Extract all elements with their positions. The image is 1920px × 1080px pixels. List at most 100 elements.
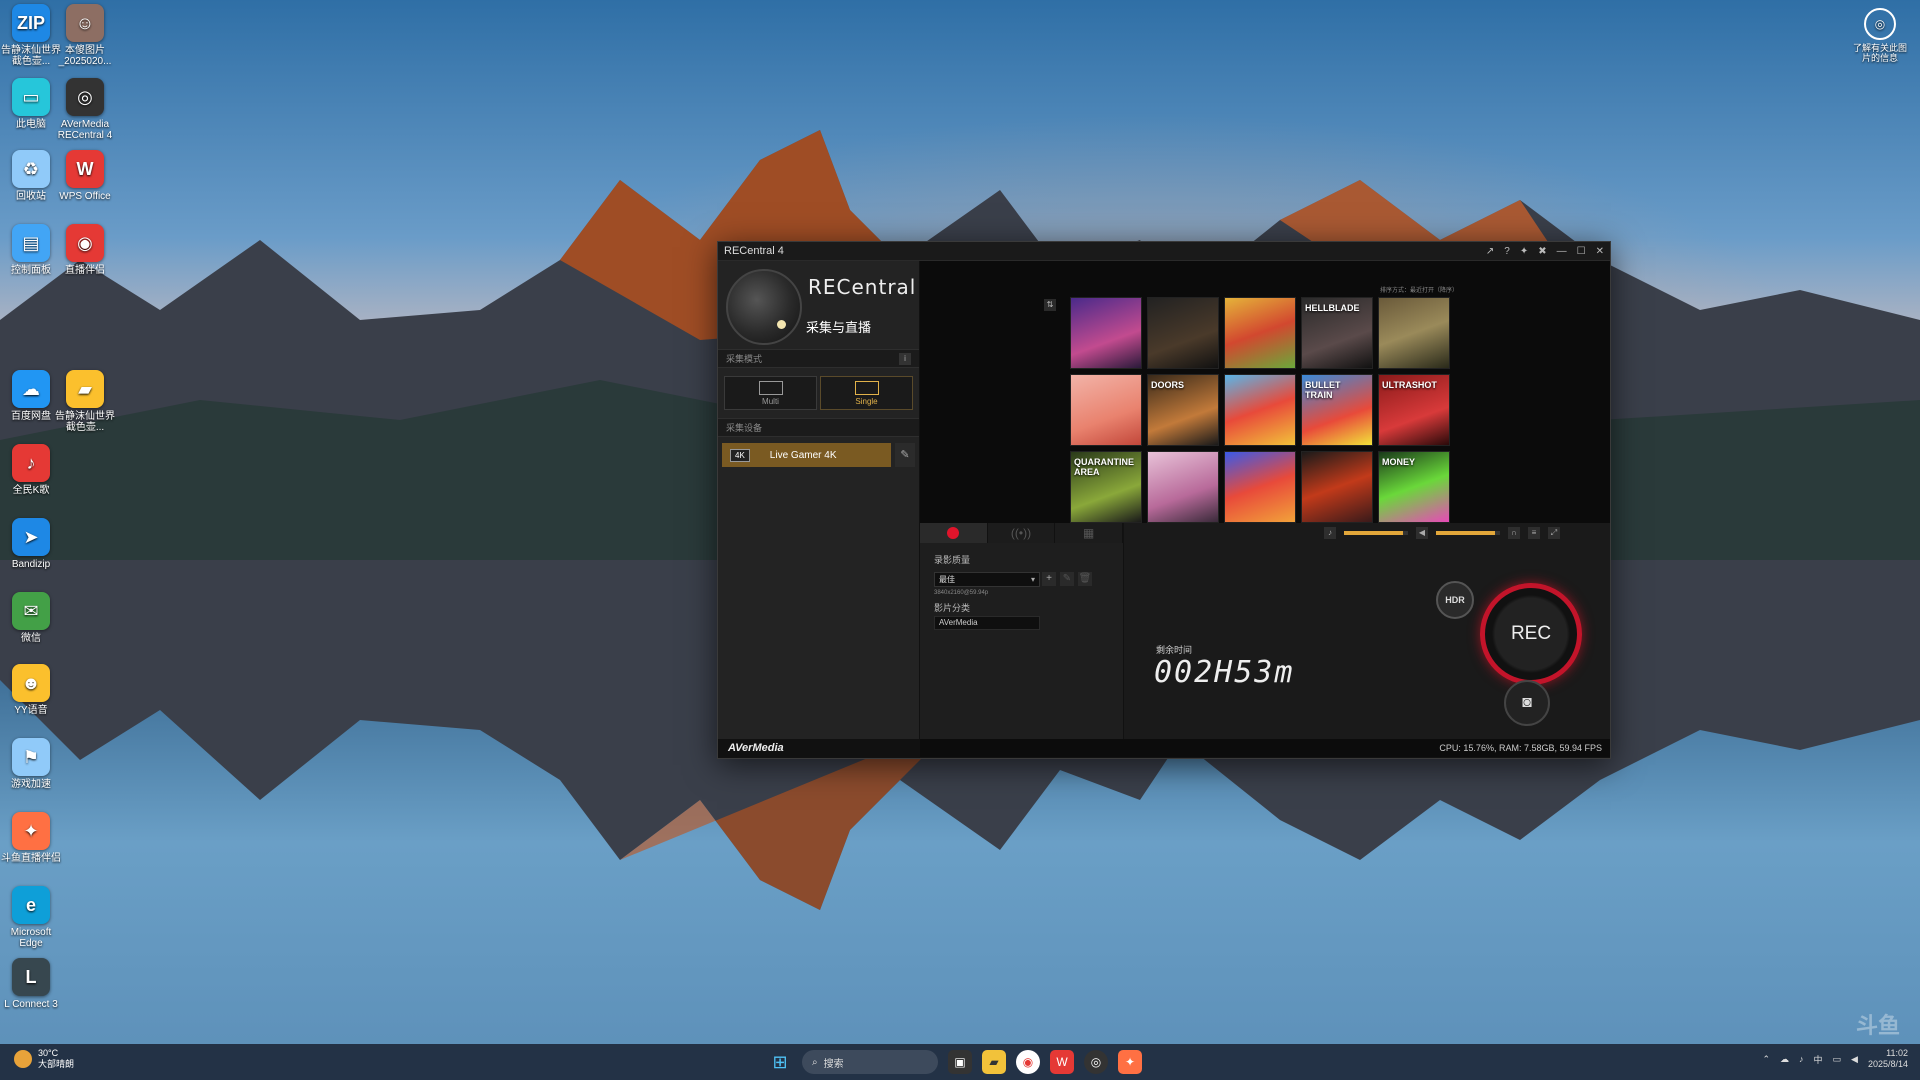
app-icon: ▤: [12, 224, 50, 262]
mode-multi-button[interactable]: Multi: [724, 376, 817, 410]
snapshot-button[interactable]: ◙: [1504, 680, 1550, 726]
mic-volume-slider[interactable]: [1344, 531, 1408, 535]
wallpaper-info[interactable]: ◎ 了解有关此图片的信息: [1850, 8, 1910, 63]
delete-profile-button[interactable]: 🗑: [1078, 572, 1092, 586]
desktop-icon[interactable]: e Microsoft Edge: [0, 886, 62, 949]
desktop-icon-label: 直播伴侣: [65, 265, 105, 276]
app-icon: W: [66, 150, 104, 188]
minimize-button[interactable]: —: [1557, 246, 1567, 257]
speaker-volume-slider[interactable]: [1436, 531, 1500, 535]
game-tile[interactable]: [1224, 374, 1296, 446]
display-icon[interactable]: ▭: [1833, 1054, 1842, 1065]
game-tile[interactable]: [1070, 374, 1142, 446]
device-live-gamer-4k[interactable]: 4K Live Gamer 4K: [722, 443, 891, 467]
tray-expand-icon[interactable]: ⌃: [1762, 1054, 1770, 1065]
desktop-icon[interactable]: ☺ 本傻图片_2025020...: [54, 4, 116, 67]
hdr-button[interactable]: HDR: [1436, 581, 1474, 619]
task-view-icon[interactable]: ▣: [948, 1050, 972, 1074]
desktop-icon[interactable]: ▰ 告静沫仙世界截色壶...: [54, 370, 116, 433]
maximize-button[interactable]: ☐: [1577, 246, 1586, 257]
desktop-icon[interactable]: ☁ 百度网盘: [0, 370, 62, 422]
game-tile[interactable]: [1147, 297, 1219, 369]
info-icon[interactable]: i: [899, 352, 911, 365]
desktop-icon[interactable]: ☻ YY语音: [0, 664, 62, 716]
fullscreen-icon[interactable]: ⤢: [1548, 527, 1560, 539]
game-tile[interactable]: [1301, 451, 1373, 523]
tab-stream[interactable]: ((•)): [987, 523, 1056, 543]
desktop-icon[interactable]: ♪ 全民K歌: [0, 444, 62, 496]
help-button[interactable]: ?: [1504, 246, 1510, 257]
brand-logo: RECentral: [808, 275, 917, 299]
app-icon: ♪: [12, 444, 50, 482]
desktop-icon[interactable]: ▤ 控制面板: [0, 224, 62, 276]
desktop-icon[interactable]: ➤ Bandizip: [0, 518, 62, 570]
tools-button[interactable]: ✖: [1538, 246, 1546, 257]
desktop-icon[interactable]: ✉ 微信: [0, 592, 62, 644]
game-tile[interactable]: [1147, 451, 1219, 523]
window-titlebar[interactable]: RECentral 4 ↗? ✦ ✖ — ☐ ✕: [718, 242, 1610, 261]
game-tile[interactable]: DOORS: [1147, 374, 1219, 446]
edit-profile-button[interactable]: ✎: [1060, 572, 1074, 586]
game-tile[interactable]: HELLBLADE: [1301, 297, 1373, 369]
close-button[interactable]: ✕: [1596, 246, 1604, 257]
watermark: 斗鱼: [1855, 1013, 1900, 1038]
game-tile[interactable]: MONEY: [1378, 451, 1450, 523]
app-icon: ♻: [12, 150, 50, 188]
desktop-icon-label: 游戏加速: [11, 779, 51, 790]
category-field[interactable]: AVerMedia: [934, 616, 1040, 630]
tab-record[interactable]: [920, 523, 988, 543]
app-icon: L: [12, 958, 50, 996]
mixer-icon[interactable]: ≡: [1528, 527, 1540, 539]
game-tile[interactable]: [1378, 297, 1450, 369]
tab-multi[interactable]: ▦: [1055, 523, 1124, 543]
record-icon: [947, 527, 960, 539]
desktop-icon[interactable]: W WPS Office: [54, 150, 116, 202]
mode-dial[interactable]: [726, 269, 802, 345]
quality-select[interactable]: 最佳: [934, 572, 1040, 587]
desktop-icon[interactable]: ◎ AVerMedia RECentral 4: [54, 78, 116, 141]
mode-single-button[interactable]: Single: [820, 376, 913, 410]
douyu-icon[interactable]: ✦: [1118, 1050, 1142, 1074]
clock[interactable]: 11:02 2025/8/14: [1868, 1048, 1908, 1070]
desktop-icon[interactable]: ♻ 回收站: [0, 150, 62, 202]
desktop-icon[interactable]: ◉ 直播伴侣: [54, 224, 116, 276]
start-icon[interactable]: ⊞: [768, 1050, 792, 1074]
sort-toggle-icon[interactable]: ⇅: [1044, 299, 1056, 311]
desktop-icon[interactable]: ▭ 此电脑: [0, 78, 62, 130]
add-profile-button[interactable]: +: [1042, 572, 1056, 586]
game-tile[interactable]: [1224, 451, 1296, 523]
category-label: 影片分类: [934, 603, 971, 613]
recentral-taskbar-icon[interactable]: ◎: [1084, 1050, 1108, 1074]
app-icon: ▰: [66, 370, 104, 408]
settings-button[interactable]: ✦: [1520, 246, 1528, 257]
desktop-icon-label: 告静沫仙世界截色壶...: [55, 411, 115, 433]
ime-indicator[interactable]: 中: [1814, 1053, 1823, 1066]
desktop-icon[interactable]: ⚑ 游戏加速: [0, 738, 62, 790]
mic-tray-icon[interactable]: ♪: [1799, 1054, 1804, 1064]
taskbar-search[interactable]: ⌕ 搜索: [802, 1050, 938, 1074]
game-tile[interactable]: ULTRASHOT: [1378, 374, 1450, 446]
game-title: QUARANTINE AREA: [1074, 457, 1134, 477]
rec-button[interactable]: REC: [1480, 583, 1582, 685]
desktop-icon[interactable]: ZIP 告静沫仙世界截色壶...: [0, 4, 62, 67]
capture-device-header: 采集设备: [718, 418, 919, 437]
volume-icon[interactable]: ◀: [1851, 1054, 1858, 1065]
edit-device-button[interactable]: ✎: [895, 443, 915, 467]
game-tile[interactable]: BULLET TRAIN: [1301, 374, 1373, 446]
app-icon: ➤: [12, 518, 50, 556]
desktop-icon[interactable]: L L Connect 3: [0, 958, 62, 1010]
file-explorer-icon[interactable]: ▰: [982, 1050, 1006, 1074]
game-tile[interactable]: [1070, 297, 1142, 369]
audio-bar: ♪ ◀ ∩ ≡ ⤢: [1124, 523, 1610, 543]
mic-icon[interactable]: ♪: [1324, 527, 1336, 539]
headphones-icon[interactable]: ∩: [1508, 527, 1520, 539]
wps-icon[interactable]: W: [1050, 1050, 1074, 1074]
desktop-icon[interactable]: ✦ 斗鱼直播伴侣: [0, 812, 62, 864]
network-icon[interactable]: ☁: [1780, 1054, 1789, 1065]
weather-widget[interactable]: 30°C 大部晴朗: [14, 1048, 74, 1070]
speaker-icon[interactable]: ◀: [1416, 527, 1428, 539]
chrome-icon[interactable]: ◉: [1016, 1050, 1040, 1074]
game-tile[interactable]: QUARANTINE AREA: [1070, 451, 1142, 523]
pin-button[interactable]: ↗: [1486, 246, 1494, 257]
game-tile[interactable]: [1224, 297, 1296, 369]
